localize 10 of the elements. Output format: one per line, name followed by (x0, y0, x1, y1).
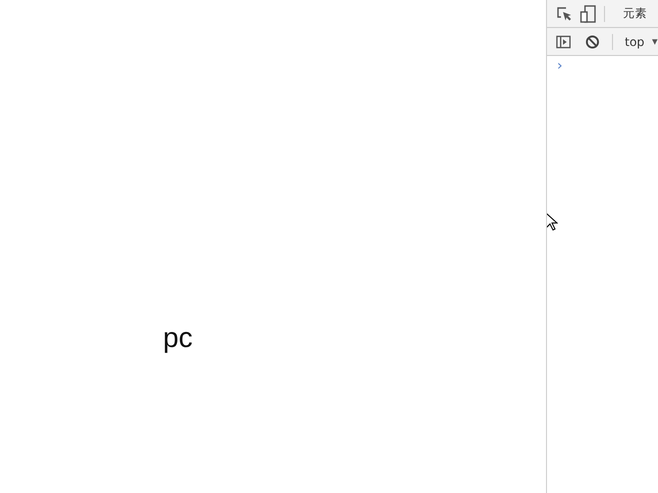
cursor-icon (547, 212, 558, 232)
clear-icon[interactable] (584, 34, 600, 50)
page-text: pc (163, 322, 193, 354)
panel-tab[interactable]: 元素 (613, 6, 647, 20)
inspect-icon[interactable] (556, 6, 572, 22)
console-prompt: › (556, 58, 563, 74)
sidebar-icon[interactable] (556, 34, 571, 48)
device-icon[interactable] (580, 4, 596, 22)
dropdown-icon[interactable] (652, 38, 658, 44)
context-selector[interactable]: top (624, 34, 644, 48)
